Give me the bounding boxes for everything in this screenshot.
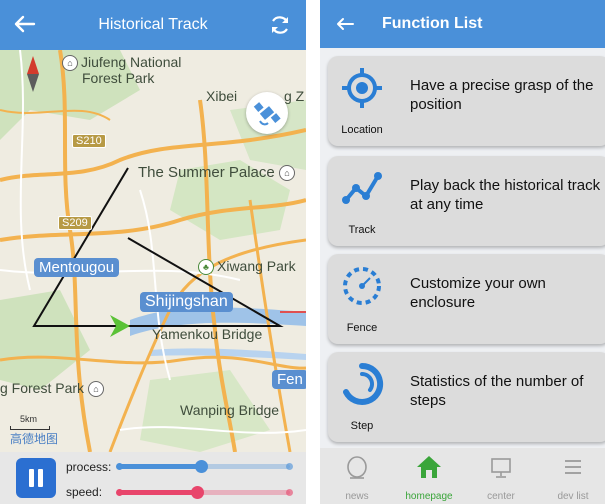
function-card-fence[interactable]: Fence Customize your own enclosure (328, 254, 605, 344)
speed-label: speed: (66, 485, 103, 499)
map-label-xibei: Xibei (206, 88, 238, 104)
function-card-step[interactable]: Step Statistics of the number of steps (328, 352, 605, 442)
card-label: Fence (346, 322, 378, 334)
pause-button[interactable] (16, 458, 56, 498)
track-path-icon (342, 172, 382, 204)
compass-icon (27, 56, 39, 92)
road-shield-s209: S209 (58, 216, 92, 230)
function-card-track[interactable]: Track Play back the historical track at … (328, 156, 605, 246)
nav-item-dev-list[interactable]: dev list (538, 454, 605, 502)
map-view[interactable]: ⌂ Jiufeng National Forest Park Xibei g Z … (0, 50, 306, 452)
fence-circle-icon (343, 267, 381, 305)
map-label-shijingshan: Shijingshan (140, 292, 233, 312)
map-provider-logo: 高德地图 (10, 432, 59, 446)
nav-item-news[interactable]: news (322, 454, 392, 502)
speed-slider[interactable] (116, 486, 293, 499)
card-label: Track (348, 224, 376, 236)
nav-label: homepage (405, 491, 453, 502)
nav-label: news (345, 491, 369, 502)
card-description: Play back the historical track at any ti… (410, 177, 601, 213)
monitor-icon (491, 458, 511, 478)
playback-controls: process: speed: (0, 452, 306, 504)
card-description: Statistics of the number of steps (410, 373, 584, 409)
map-label-xiwang: ♣ Xiwang Park (198, 258, 296, 276)
map-label-mentougou: Mentougou (34, 258, 120, 277)
map-label-fen: Fen (272, 370, 306, 389)
process-label: process: (66, 460, 112, 474)
nav-item-center[interactable]: center (466, 454, 536, 502)
function-card-location[interactable]: Location Have a precise grasp of the pos… (328, 56, 605, 146)
process-slider[interactable] (116, 460, 293, 473)
location-target-icon (342, 68, 382, 108)
map-label-jiufeng: ⌂ Jiufeng National (62, 54, 181, 72)
news-icon (347, 456, 367, 479)
top-bar: Historical Track (0, 0, 306, 50)
function-list-screen: Function List Location Have a precise gr… (320, 0, 605, 504)
scale-label: 5km (20, 414, 38, 424)
process-slider-knob[interactable] (195, 460, 208, 473)
satellite-toggle-button[interactable] (246, 92, 288, 134)
map-label-yamenkou: Yamenkou Bridge (152, 326, 263, 342)
nav-label: center (487, 491, 515, 502)
satellite-icon (253, 102, 281, 126)
card-label: Step (350, 420, 374, 432)
bottom-navigation: news homepage center dev list (320, 448, 605, 504)
page-title: Historical Track (98, 16, 208, 33)
map-label-forest-park-2: g Forest Park ⌂ (0, 380, 107, 398)
nav-label: dev list (557, 491, 589, 502)
historical-track-screen: ⌂ Jiufeng National Forest Park Xibei g Z … (0, 0, 306, 504)
card-label: Location (341, 124, 383, 136)
road-shield-s210: S210 (72, 134, 106, 148)
card-description: Have a precise grasp of the position (410, 77, 594, 113)
map-label-summer-palace: The Summer Palace ⌂ (138, 164, 298, 182)
pause-icon (29, 469, 34, 487)
map-label-forest-park: Forest Park (82, 70, 155, 86)
back-arrow-icon[interactable] (334, 13, 356, 35)
top-bar: Function List (320, 0, 605, 48)
card-description: Customize your own enclosure (410, 275, 546, 311)
refresh-icon[interactable] (268, 13, 292, 37)
speed-slider-knob[interactable] (191, 486, 204, 499)
list-icon (565, 460, 581, 474)
step-swirl-icon (343, 362, 384, 405)
page-title: Function List (382, 15, 483, 32)
nav-item-homepage[interactable]: homepage (394, 454, 464, 502)
map-label-wanping: Wanping Bridge (180, 402, 280, 418)
home-icon (417, 456, 441, 478)
